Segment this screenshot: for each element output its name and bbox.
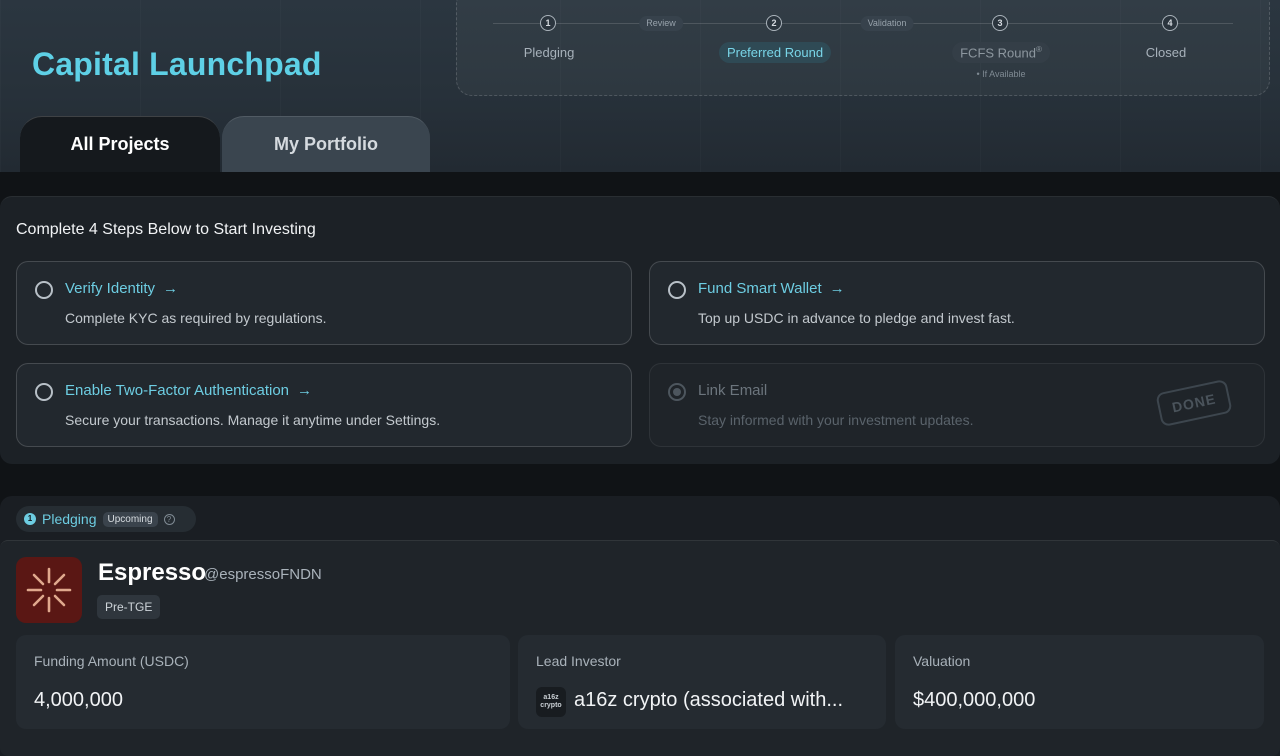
step-radio[interactable] — [668, 281, 686, 299]
stat-label: Lead Investor — [536, 653, 621, 669]
stat-label: Valuation — [913, 653, 971, 669]
step-radio[interactable] — [35, 383, 53, 401]
step-card-two-factor-auth[interactable]: Enable Two-Factor Authentication → Secure… — [16, 363, 632, 447]
step-description: Top up USDC in advance to pledge and inv… — [698, 310, 1015, 326]
project-card[interactable]: Espresso @espressoFNDN Pre-TGE Funding A… — [0, 540, 1280, 756]
onboarding-heading: Complete 4 Steps Below to Start Investin… — [16, 221, 316, 238]
done-stamp: DONE — [1155, 378, 1233, 428]
stat-lead-investor: Lead Investor a16z crypto a16z crypto (a… — [518, 635, 886, 729]
arrow-right-icon: → — [829, 280, 845, 297]
step-label-closed: Closed — [1145, 45, 1187, 60]
step-note-if-available: • If Available — [976, 69, 1026, 79]
stat-value: $400,000,000 — [913, 689, 1036, 711]
arrow-right-icon: → — [163, 280, 179, 297]
project-name: Espresso — [98, 559, 207, 586]
phase-indicator: 1 Pledging Upcoming ? — [16, 506, 196, 532]
step-title-text: Fund Smart Wallet — [698, 280, 822, 297]
project-section: 1 Pledging Upcoming ? Espresso @espresso… — [0, 496, 1280, 756]
stat-valuation: Valuation $400,000,000 — [895, 635, 1264, 729]
tab-all-projects[interactable]: All Projects — [20, 116, 220, 172]
step-radio[interactable] — [35, 281, 53, 299]
step-number-1: 1 — [540, 15, 556, 31]
step-radio-checked — [668, 383, 686, 401]
project-tag: Pre-TGE — [97, 595, 161, 619]
step-title: Enable Two-Factor Authentication → — [65, 382, 312, 399]
onboarding-panel: Complete 4 Steps Below to Start Investin… — [0, 196, 1280, 464]
round-stepper: 1 Review 2 Validation 3 4 Pledging Prefe… — [456, 0, 1270, 96]
step-title-text: Enable Two-Factor Authentication — [65, 382, 290, 399]
step-description: Secure your transactions. Manage it anyt… — [65, 412, 441, 428]
step-label-pledging: Pledging — [523, 45, 575, 60]
step-number-3: 3 — [992, 15, 1008, 31]
investor-logo: a16z crypto — [536, 687, 566, 717]
stat-value: 4,000,000 — [34, 689, 123, 711]
help-icon[interactable]: ? — [163, 513, 175, 525]
header: Capital Launchpad 1 Review 2 Validation … — [0, 0, 1280, 172]
step-description: Complete KYC as required by regulations. — [65, 310, 327, 326]
project-handle[interactable]: @espressoFNDN — [204, 566, 322, 583]
fcfs-round-mark: ® — [1035, 45, 1042, 54]
step-number-4: 4 — [1162, 15, 1178, 31]
step-title: Link Email — [698, 382, 768, 399]
fcfs-round-text: FCFS Round — [960, 45, 1036, 61]
stat-funding-amount: Funding Amount (USDC) 4,000,000 — [16, 635, 510, 729]
step-title: Fund Smart Wallet → — [698, 280, 845, 297]
step-title-text: Verify Identity — [65, 280, 156, 297]
phase-number: 1 — [24, 513, 36, 525]
espresso-logo-icon — [26, 567, 72, 613]
phase-label: Pledging — [42, 511, 97, 527]
page-title: Capital Launchpad — [32, 46, 322, 82]
tab-my-portfolio[interactable]: My Portfolio — [222, 116, 430, 172]
project-logo — [16, 557, 82, 623]
step-description: Stay informed with your investment updat… — [698, 412, 974, 428]
step-card-verify-identity[interactable]: Verify Identity → Complete KYC as require… — [16, 261, 632, 345]
arrow-right-icon: → — [297, 382, 313, 399]
stat-label: Funding Amount (USDC) — [34, 653, 189, 669]
step-card-fund-smart-wallet[interactable]: Fund Smart Wallet → Top up USDC in advanc… — [649, 261, 1265, 345]
gate-validation: Validation — [860, 16, 914, 31]
gate-review: Review — [639, 16, 683, 31]
step-card-link-email: Link Email Stay informed with your inves… — [649, 363, 1265, 447]
step-label-fcfs-round: FCFS Round® — [952, 42, 1050, 64]
status-badge: Upcoming — [102, 511, 158, 527]
step-number-2: 2 — [766, 15, 782, 31]
step-title: Verify Identity → — [65, 280, 178, 297]
stat-value: a16z crypto (associated with... — [574, 689, 844, 711]
step-label-preferred-round: Preferred Round — [718, 42, 832, 63]
